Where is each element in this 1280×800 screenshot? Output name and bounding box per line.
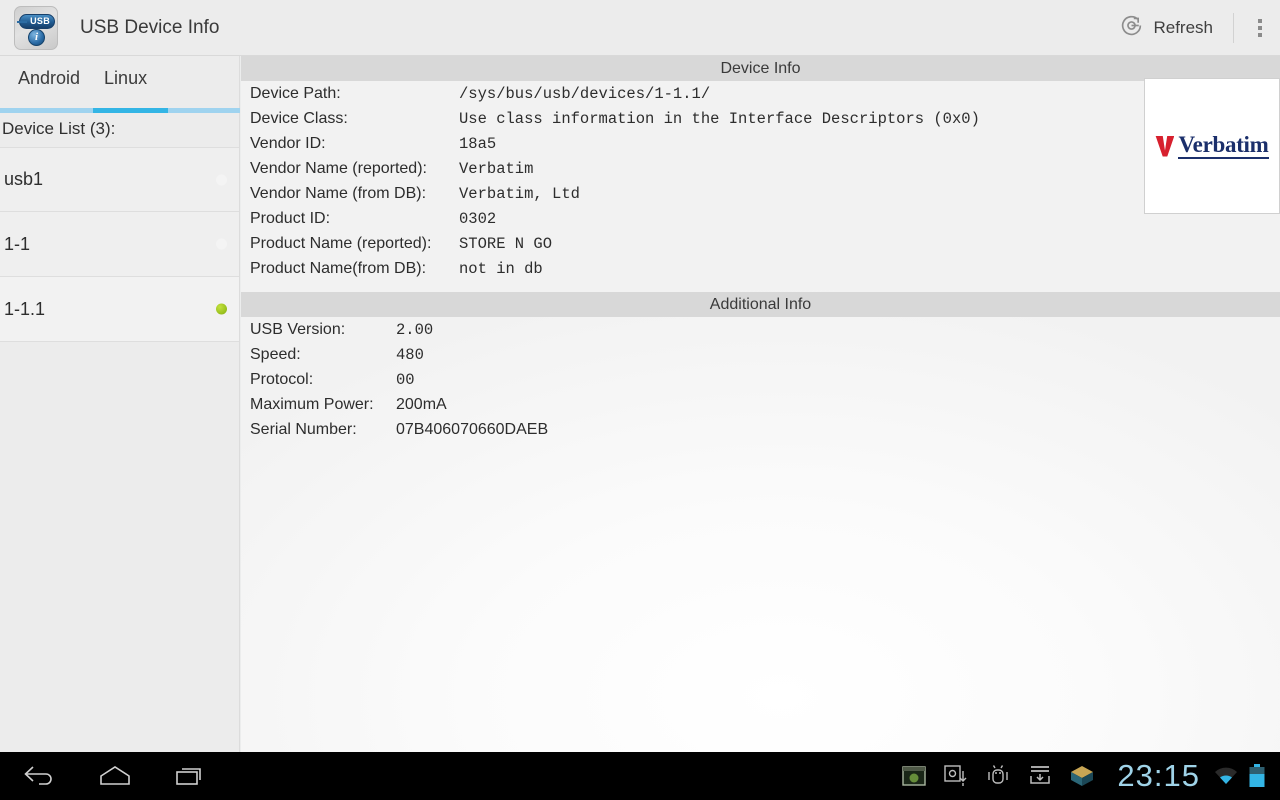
- recents-icon[interactable]: [174, 763, 208, 789]
- android-debug-icon[interactable]: [985, 763, 1011, 789]
- info-circle-icon: i: [28, 29, 45, 46]
- wifi-icon[interactable]: [1212, 764, 1240, 788]
- device-info-header: Device Info: [241, 56, 1280, 81]
- additional-info-header: Additional Info: [241, 292, 1280, 317]
- info-value: Verbatim, Ltd: [459, 185, 580, 203]
- info-row-device-path: Device Path: /sys/bus/usb/devices/1-1.1/: [250, 85, 1280, 110]
- overflow-dot: [1258, 26, 1262, 30]
- overflow-dot: [1258, 19, 1262, 23]
- content-panel: Device Info Device Path: /sys/bus/usb/de…: [241, 56, 1280, 752]
- notification-icons: [901, 763, 1095, 789]
- info-label: Maximum Power:: [250, 396, 396, 414]
- device-info-table: Device Path: /sys/bus/usb/devices/1-1.1/…: [241, 81, 1280, 285]
- tab-indicator: [0, 108, 240, 113]
- info-label: Vendor ID:: [250, 135, 459, 153]
- info-label: Vendor Name (reported):: [250, 160, 459, 178]
- info-row-vendor-id: Vendor ID: 18a5: [250, 135, 1280, 160]
- info-row-product-id: Product ID: 0302: [250, 210, 1280, 235]
- verbatim-wordmark: Verbatim: [1178, 133, 1268, 159]
- battery-icon[interactable]: [1248, 763, 1266, 789]
- info-row-vendor-name-db: Vendor Name (from DB): Verbatim, Ltd: [250, 185, 1280, 210]
- download-icon[interactable]: [1027, 763, 1053, 789]
- tab-linux[interactable]: Linux: [92, 68, 159, 89]
- info-row-usb-version: USB Version: 2.00: [250, 321, 1280, 346]
- app-title: USB Device Info: [80, 17, 219, 39]
- info-row-speed: Speed: 480: [250, 346, 1280, 371]
- usb-storage-icon[interactable]: [943, 763, 969, 789]
- info-row-device-class: Device Class: Use class information in t…: [250, 110, 1280, 135]
- overflow-dot: [1258, 33, 1262, 37]
- action-bar-divider: [1233, 13, 1234, 43]
- info-value: /sys/bus/usb/devices/1-1.1/: [459, 85, 710, 103]
- overflow-menu-icon[interactable]: [1240, 0, 1280, 56]
- info-value: Use class information in the Interface D…: [459, 110, 980, 128]
- info-value: STORE N GO: [459, 235, 552, 253]
- info-label: Serial Number:: [250, 421, 396, 439]
- screenshot-icon[interactable]: [901, 763, 927, 789]
- info-label: Product Name(from DB):: [250, 260, 459, 278]
- info-label: Device Class:: [250, 110, 459, 128]
- info-value: 00: [396, 371, 415, 389]
- verbatim-logo-mark: Verbatim: [1155, 133, 1268, 159]
- additional-info-table: USB Version: 2.00 Speed: 480 Protocol: 0…: [241, 317, 1280, 446]
- device-status-dot: [216, 304, 227, 315]
- device-list-title: Device List (3):: [0, 113, 239, 147]
- action-bar-actions: Refresh: [1105, 0, 1280, 56]
- info-row-maximum-power: Maximum Power: 200mA: [250, 396, 1280, 421]
- tab-bar: Android Linux: [0, 56, 239, 108]
- tab-android[interactable]: Android: [6, 68, 92, 89]
- device-name: 1-1: [0, 234, 30, 255]
- nav-keys: [0, 763, 208, 789]
- info-value: 200mA: [396, 396, 447, 414]
- refresh-label: Refresh: [1153, 18, 1213, 38]
- vendor-logo: Verbatim: [1144, 78, 1280, 214]
- info-value: 0302: [459, 210, 496, 228]
- info-value: 18a5: [459, 135, 496, 153]
- home-icon[interactable]: [98, 763, 132, 789]
- info-label: Device Path:: [250, 85, 459, 103]
- info-label: Protocol:: [250, 371, 396, 389]
- info-value: 480: [396, 346, 424, 364]
- info-value: 07B406070660DAEB: [396, 421, 548, 439]
- app-screen: USB i USB Device Info Refresh: [0, 0, 1280, 800]
- info-label: Product ID:: [250, 210, 459, 228]
- refresh-button[interactable]: Refresh: [1105, 0, 1227, 56]
- device-list-item-usb1[interactable]: usb1: [0, 147, 239, 212]
- status-icons: [1212, 763, 1280, 789]
- info-row-serial-number: Serial Number: 07B406070660DAEB: [250, 421, 1280, 446]
- info-label: Speed:: [250, 346, 396, 364]
- back-icon[interactable]: [22, 763, 56, 789]
- info-label: USB Version:: [250, 321, 396, 339]
- app-icon: USB i: [14, 6, 58, 50]
- system-navigation-bar: 23:15: [0, 752, 1280, 800]
- device-status-dot: [216, 239, 227, 250]
- device-status-dot: [216, 174, 227, 185]
- info-row-product-name-reported: Product Name (reported): STORE N GO: [250, 235, 1280, 260]
- tab-indicator-active: [93, 108, 168, 113]
- device-name: 1-1.1: [0, 299, 45, 320]
- info-label: Vendor Name (from DB):: [250, 185, 459, 203]
- status-bar-clock[interactable]: 23:15: [1117, 758, 1200, 794]
- device-list-item-1-1[interactable]: 1-1: [0, 212, 239, 277]
- info-value: Verbatim: [459, 160, 533, 178]
- device-list-item-1-1-1[interactable]: 1-1.1: [0, 277, 239, 342]
- sidebar: Android Linux Device List (3): usb1 1-1 …: [0, 56, 240, 752]
- package-icon[interactable]: [1069, 763, 1095, 789]
- action-bar: USB i USB Device Info Refresh: [0, 0, 1280, 56]
- info-value: not in db: [459, 260, 543, 278]
- info-value: 2.00: [396, 321, 433, 339]
- info-row-product-name-db: Product Name(from DB): not in db: [250, 260, 1280, 285]
- device-name: usb1: [0, 169, 43, 190]
- info-row-vendor-name-reported: Vendor Name (reported): Verbatim: [250, 160, 1280, 185]
- info-label: Product Name (reported):: [250, 235, 459, 253]
- info-row-protocol: Protocol: 00: [250, 371, 1280, 396]
- verbatim-v-icon: [1155, 136, 1174, 157]
- usb-badge-icon: USB: [19, 14, 55, 29]
- device-list: usb1 1-1 1-1.1: [0, 147, 239, 342]
- refresh-sync-icon: [1119, 13, 1144, 43]
